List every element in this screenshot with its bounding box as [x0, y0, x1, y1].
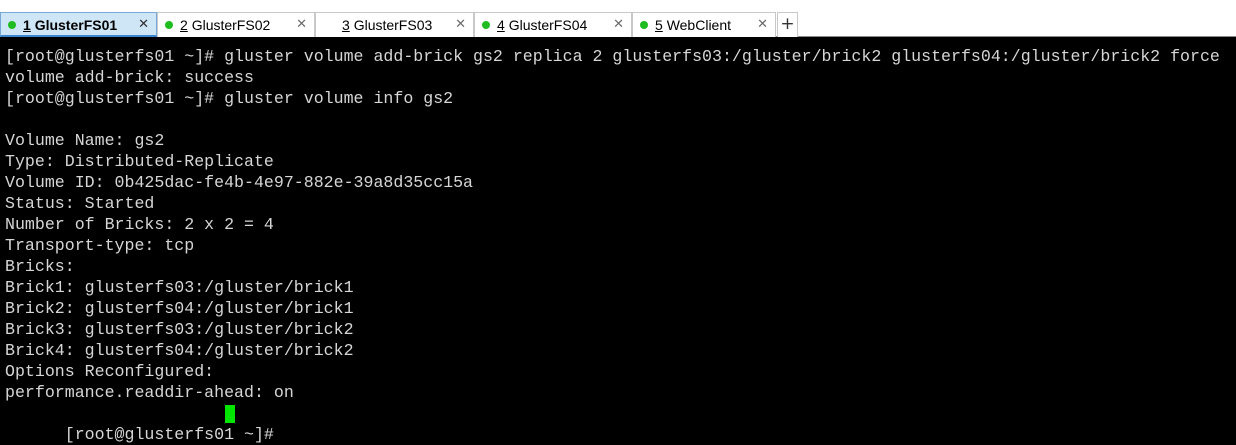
- terminal-line: Brick4: glusterfs04:/gluster/brick2: [5, 341, 354, 360]
- terminal-line: Brick3: glusterfs03:/gluster/brick2: [5, 320, 354, 339]
- close-icon[interactable]: ✕: [296, 16, 307, 33]
- close-icon[interactable]: ✕: [613, 16, 624, 33]
- connected-status-icon: [640, 21, 648, 29]
- tab-label: 3 GlusterFS03: [342, 17, 433, 33]
- connected-status-icon: [482, 21, 490, 29]
- tab-label: 1 GlusterFS01: [23, 17, 118, 33]
- tab-glusterfs04[interactable]: 4 GlusterFS04 ✕: [474, 12, 632, 37]
- tab-glusterfs01[interactable]: 1 GlusterFS01 ✕: [0, 12, 157, 37]
- new-tab-button[interactable]: +: [777, 12, 798, 37]
- shell-prompt: [root@glusterfs01 ~]#: [64, 425, 284, 444]
- terminal-line: Brick1: glusterfs03:/gluster/brick1: [5, 278, 354, 297]
- terminal-line: Bricks:: [5, 257, 75, 276]
- text-cursor: [225, 405, 235, 423]
- close-icon[interactable]: ✕: [455, 16, 466, 33]
- terminal-line: [root@glusterfs01 ~]# gluster volume inf…: [5, 89, 454, 108]
- tab-webclient[interactable]: 5 WebClient ✕: [632, 12, 776, 37]
- terminal-line: Options Reconfigured:: [5, 362, 215, 381]
- terminal-line: Status: Started: [5, 194, 155, 213]
- session-tab-bar: 1 GlusterFS01 ✕ 2 GlusterFS02 ✕ 3 Gluste…: [0, 0, 1236, 37]
- tab-label: 2 GlusterFS02: [180, 17, 271, 33]
- terminal-line: Brick2: glusterfs04:/gluster/brick1: [5, 299, 354, 318]
- plus-icon: +: [780, 14, 795, 34]
- close-icon[interactable]: ✕: [138, 16, 149, 33]
- terminal-line: Type: Distributed-Replicate: [5, 152, 274, 171]
- connected-status-icon: [8, 21, 16, 29]
- terminal-line: Number of Bricks: 2 x 2 = 4: [5, 215, 274, 234]
- terminal-line: volume add-brick: success: [5, 68, 254, 87]
- terminal-prompt-line: [root@glusterfs01 ~]#: [5, 403, 274, 444]
- terminal-line: [root@glusterfs01 ~]# gluster volume add…: [5, 47, 1220, 66]
- tab-label: 4 GlusterFS04: [497, 17, 588, 33]
- terminal-line: Volume ID: 0b425dac-fe4b-4e97-882e-39a8d…: [5, 173, 474, 192]
- tab-glusterfs03[interactable]: 3 GlusterFS03 ✕: [315, 12, 474, 37]
- terminal-line: Transport-type: tcp: [5, 236, 195, 255]
- terminal-line: performance.readdir-ahead: on: [5, 383, 294, 402]
- tab-label: 5 WebClient: [655, 17, 732, 33]
- terminal-output[interactable]: [root@glusterfs01 ~]# gluster volume add…: [0, 37, 1236, 445]
- tab-glusterfs02[interactable]: 2 GlusterFS02 ✕: [157, 12, 315, 37]
- terminal-window: 1 GlusterFS01 ✕ 2 GlusterFS02 ✕ 3 Gluste…: [0, 0, 1236, 445]
- close-icon[interactable]: ✕: [757, 16, 768, 33]
- connected-status-icon: [165, 21, 173, 29]
- terminal-line: Volume Name: gs2: [5, 131, 165, 150]
